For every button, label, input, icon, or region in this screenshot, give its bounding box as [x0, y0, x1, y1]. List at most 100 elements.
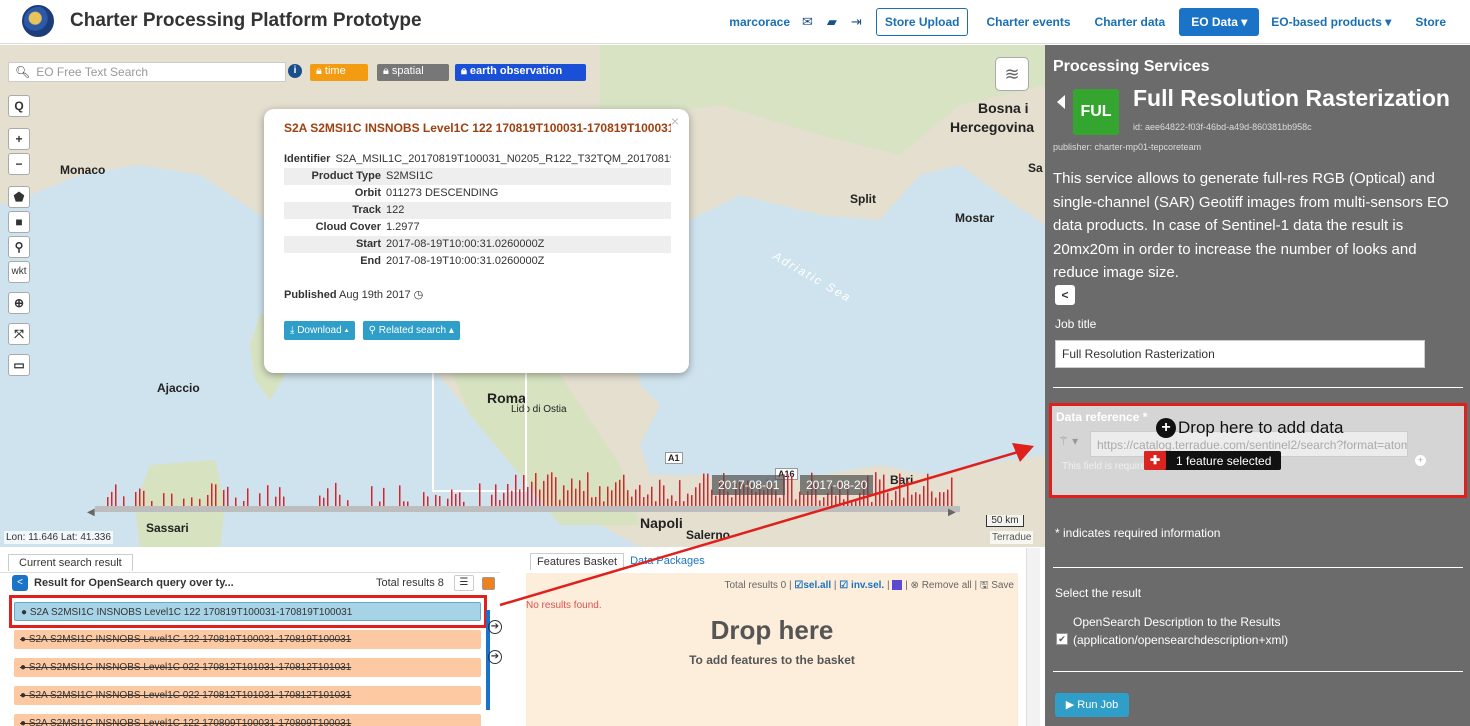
basket-drop-zone[interactable]: Total results 0 | ☑sel.all | ☑ inv.sel. … — [526, 573, 1018, 726]
timeline-bar — [423, 492, 425, 506]
eo-search-input[interactable]: 🔍︎ EO Free Text Search — [8, 62, 286, 82]
invert-selection-button[interactable]: ☑ inv.sel. — [839, 580, 884, 591]
related-search-button[interactable]: ⚲ Related search ▴ — [362, 321, 460, 340]
result-row[interactable]: ● S2A S2MSI1C INSNOBS Level1C 022 170812… — [14, 686, 481, 705]
filter-chip-spatial[interactable]: 🔒︎ spatial — [377, 64, 449, 81]
nav-eo-products[interactable]: EO-based products ▾ — [1271, 15, 1391, 29]
timeline-bar — [923, 486, 925, 506]
close-icon[interactable]: × — [671, 113, 679, 129]
filter-chip-earth-observation[interactable]: 🔒︎ earth observation — [455, 64, 586, 81]
draw-polygon-tool[interactable]: ⬟ — [8, 186, 30, 208]
color-toggle[interactable] — [481, 576, 495, 590]
timeline-bar — [427, 496, 429, 506]
brand[interactable]: Charter Processing Platform Prototype — [22, 5, 422, 37]
save-button[interactable]: 🖫︎ Save — [980, 580, 1014, 591]
result-row[interactable]: ● S2A S2MSI1C INSNOBS Level1C 122 170809… — [14, 714, 481, 726]
filter-chip-time[interactable]: 🔒︎ time — [310, 64, 368, 81]
job-title-label: Job title — [1055, 317, 1097, 331]
timeline-bar — [603, 501, 605, 506]
timeline-bar — [247, 488, 249, 506]
timeline-start-date: 2017-08-01 — [712, 475, 786, 495]
remove-all-label: Remove all — [921, 580, 972, 591]
back-arrow-icon[interactable] — [1057, 95, 1065, 109]
basket-toolbar: Total results 0 | ☑sel.all | ☑ inv.sel. … — [724, 580, 1015, 591]
timeline-left-arrow[interactable]: ◀ — [87, 507, 95, 518]
timeline-right-arrow[interactable]: ▶ — [948, 507, 956, 518]
timeline-bar — [667, 498, 669, 506]
timeline-bar — [579, 480, 581, 506]
timeline-bar — [891, 500, 893, 506]
book-icon[interactable]: ▰ — [827, 14, 837, 30]
download-button[interactable]: ⤓ Download ▴ — [284, 321, 355, 340]
wkt-tool[interactable]: wkt — [8, 261, 30, 283]
map-view[interactable]: 🔍︎ EO Free Text Search i 🔒︎ time 🔒︎ spat… — [0, 45, 1045, 547]
result-option-checkbox[interactable]: ✔ — [1056, 633, 1068, 645]
timeline-bar — [627, 490, 629, 506]
magic-wand-icon[interactable]: ⚚ ▾ — [1058, 434, 1078, 448]
tab-current-search[interactable]: Current search result — [8, 554, 133, 571]
layers-icon[interactable]: ≋ — [995, 57, 1029, 91]
timeline-track[interactable] — [95, 506, 960, 512]
tab-data-packages[interactable]: Data Packages — [624, 553, 711, 570]
zoom-in-button[interactable]: + — [8, 128, 30, 150]
timeline-bar — [731, 497, 733, 506]
store-upload-button[interactable]: Store Upload — [875, 8, 969, 36]
related-label: Related search — [378, 325, 447, 336]
select-all-button[interactable]: ☑sel.all — [794, 580, 831, 591]
map-attribution: Terradue — [990, 531, 1034, 544]
nav-eo-data[interactable]: EO Data ▾ — [1179, 8, 1260, 36]
user-link[interactable]: marcorace — [729, 15, 790, 29]
required-note: * indicates required information — [1055, 526, 1221, 540]
run-job-button[interactable]: ▶ Run Job — [1055, 693, 1129, 717]
popup-row: Product Type S2MSI1C — [284, 168, 671, 185]
nav-store[interactable]: Store — [1415, 15, 1446, 29]
share-icon[interactable]: < — [12, 575, 28, 591]
published-date: Published Aug 19th 2017 ◷ — [284, 288, 671, 301]
remove-all-button[interactable]: ⊗ Remove all — [911, 580, 972, 591]
arrow-right-icon[interactable]: ➔ — [488, 650, 502, 664]
globe-tool[interactable]: ⊕ — [8, 292, 30, 314]
nav-charter-events[interactable]: Charter events — [986, 15, 1070, 29]
field-required-text: This field is required — [1062, 461, 1152, 472]
zoom-out-button[interactable]: − — [8, 153, 30, 175]
timeline-bar — [915, 492, 917, 506]
timeline-bar — [571, 478, 573, 506]
tab-features-basket[interactable]: Features Basket — [530, 553, 625, 570]
timeline-bar — [707, 473, 709, 506]
nav-right: marcorace ✉ ▰ ⇥ Store Upload Charter eve… — [729, 0, 1470, 44]
basket-scrollbar[interactable] — [1026, 548, 1040, 726]
arrow-right-icon[interactable]: ➔ — [488, 620, 502, 634]
timeline-bar — [935, 497, 937, 506]
color-swatch[interactable] — [892, 580, 903, 591]
result-row[interactable]: ● S2A S2MSI1C INSNOBS Level1C 022 170812… — [14, 658, 481, 677]
share-icon[interactable]: < — [1055, 285, 1075, 305]
info-icon[interactable]: i — [288, 64, 302, 78]
result-option[interactable]: OpenSearch Description to the Results (a… — [1073, 613, 1288, 649]
globe-icon: ● — [20, 634, 27, 645]
logout-icon[interactable]: ⇥ — [851, 14, 862, 30]
service-description: This service allows to generate full-res… — [1053, 170, 1449, 281]
envelope-icon[interactable]: ✉ — [802, 14, 813, 30]
chip-eo-label: earth observation — [469, 65, 563, 77]
fullscreen-tool[interactable]: ⤧ — [8, 323, 30, 345]
list-menu-icon[interactable]: ☰ — [453, 575, 474, 591]
popup-pointer — [463, 327, 487, 339]
result-row[interactable]: ● S2A S2MSI1C INSNOBS Level1C 122 170819… — [14, 630, 481, 649]
nav-charter-data[interactable]: Charter data — [1095, 15, 1166, 29]
add-reference-icon[interactable]: + — [1415, 455, 1426, 466]
timeline-bar — [551, 472, 553, 506]
measure-tool[interactable]: ▭ — [8, 354, 30, 376]
popup-value: 2017-08-19T10:00:31.0260000Z — [386, 238, 545, 250]
job-title-input[interactable]: Full Resolution Rasterization — [1055, 340, 1425, 368]
timeline-bar — [607, 486, 609, 506]
popup-value: S2MSI1C — [386, 170, 434, 182]
timeline-bar — [943, 492, 945, 506]
data-reference-field[interactable]: Data reference * ⚚ ▾ https://catalog.ter… — [1049, 403, 1467, 498]
draw-point-tool[interactable]: ⚲ — [8, 236, 30, 258]
timeline-bar — [243, 501, 245, 506]
selected-result-highlight — [9, 595, 487, 628]
map-search-tool[interactable]: Q — [8, 95, 30, 117]
service-id: id: aee64822-f03f-46bd-a49d-860381bb958c — [1133, 122, 1312, 132]
draw-box-tool[interactable]: ■ — [8, 211, 30, 233]
chip-time-label: time — [324, 65, 346, 77]
